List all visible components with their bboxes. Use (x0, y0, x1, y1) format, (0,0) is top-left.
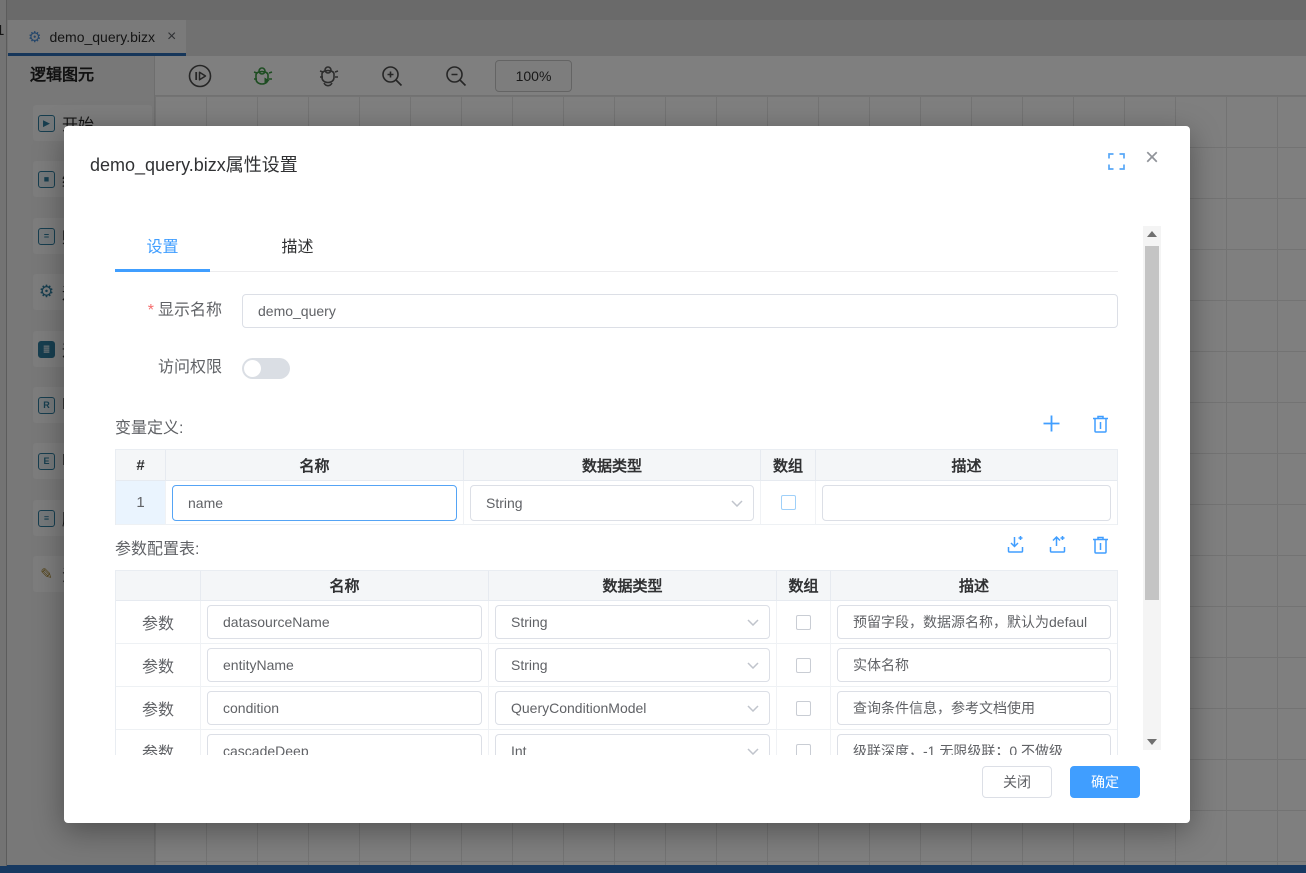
variables-section-label: 变量定义: (115, 414, 183, 438)
param-desc-input[interactable] (837, 648, 1111, 682)
variable-array-checkbox[interactable] (781, 495, 796, 510)
param-desc-cell (831, 730, 1117, 755)
access-label: 访问权限 (115, 351, 222, 385)
close-icon[interactable]: × (1145, 146, 1159, 170)
col-header-blank (116, 571, 201, 601)
delete-param-icon[interactable] (1090, 534, 1111, 555)
param-type-value: String (511, 657, 548, 673)
variable-type-cell: String (464, 481, 761, 525)
param-array-cell (777, 644, 831, 687)
param-type-select[interactable]: String (495, 648, 770, 682)
param-name-cell (201, 730, 489, 755)
param-desc-cell (831, 687, 1117, 730)
col-header-type: 数据类型 (464, 450, 761, 481)
dialog-title: demo_query.bizx属性设置 (90, 151, 298, 177)
param-name-input[interactable] (207, 605, 482, 639)
param-array-checkbox[interactable] (796, 744, 811, 756)
chevron-down-icon (747, 662, 759, 669)
confirm-button[interactable]: 确定 (1070, 766, 1140, 798)
param-type-select[interactable]: QueryConditionModel (495, 691, 770, 725)
param-name-cell (201, 644, 489, 687)
param-name-input[interactable] (207, 648, 482, 682)
col-header-type: 数据类型 (489, 571, 777, 601)
param-desc-cell (831, 601, 1117, 644)
dialog-body: 设置 描述 *显示名称 访问权限 变量定义: # 名称 数据类型 数组 描述 1 (64, 222, 1143, 755)
chevron-down-icon (747, 619, 759, 626)
variable-desc-input[interactable] (822, 485, 1111, 521)
param-name-input[interactable] (207, 691, 482, 725)
param-array-cell (777, 730, 831, 755)
param-type-select[interactable]: String (495, 605, 770, 639)
param-type-select[interactable]: Int (495, 734, 770, 755)
param-array-checkbox[interactable] (796, 615, 811, 630)
col-header-desc: 描述 (816, 450, 1117, 481)
params-table: 名称 数据类型 数组 描述 参数 String 参数 String 参数 (115, 570, 1118, 755)
chevron-down-icon (731, 500, 743, 507)
export-params-icon[interactable] (1047, 534, 1068, 555)
variable-desc-cell (816, 481, 1117, 525)
display-name-label-text: 显示名称 (158, 302, 222, 319)
scroll-up-arrow-icon[interactable] (1143, 226, 1161, 242)
import-params-icon[interactable] (1005, 534, 1026, 555)
param-desc-input[interactable] (837, 691, 1111, 725)
param-name-cell (201, 687, 489, 730)
variable-row-index: 1 (116, 481, 166, 525)
variable-type-value: String (486, 495, 523, 511)
tab-settings[interactable]: 设置 (115, 228, 210, 272)
col-header-desc: 描述 (831, 571, 1117, 601)
param-type-value: String (511, 614, 548, 630)
param-name-input[interactable] (207, 734, 482, 755)
dialog-tabs: 设置 描述 (115, 228, 1118, 272)
fullscreen-icon[interactable] (1108, 153, 1125, 170)
param-type-cell: Int (489, 730, 777, 755)
variable-name-cell (166, 481, 464, 525)
param-type-cell: String (489, 644, 777, 687)
param-desc-input[interactable] (837, 605, 1111, 639)
required-mark: * (148, 302, 154, 319)
chevron-down-icon (747, 705, 759, 712)
param-name-cell (201, 601, 489, 644)
chevron-down-icon (747, 748, 759, 755)
param-type-cell: QueryConditionModel (489, 687, 777, 730)
dialog-scrollbar[interactable] (1143, 226, 1161, 750)
variable-type-select[interactable]: String (470, 485, 754, 521)
param-kind: 参数 (116, 601, 201, 644)
col-header-array: 数组 (761, 450, 816, 481)
param-type-cell: String (489, 601, 777, 644)
col-header-name: 名称 (166, 450, 464, 481)
param-array-checkbox[interactable] (796, 701, 811, 716)
param-kind: 参数 (116, 687, 201, 730)
param-array-cell (777, 687, 831, 730)
param-kind: 参数 (116, 730, 201, 755)
add-variable-icon[interactable] (1041, 413, 1062, 434)
display-name-label: *显示名称 (115, 294, 222, 328)
properties-dialog: demo_query.bizx属性设置 × 设置 描述 *显示名称 访问权限 变… (64, 126, 1190, 823)
param-kind: 参数 (116, 644, 201, 687)
params-section-label: 参数配置表: (115, 535, 199, 559)
display-name-input[interactable] (242, 294, 1118, 328)
param-array-checkbox[interactable] (796, 658, 811, 673)
tab-description[interactable]: 描述 (250, 228, 345, 272)
param-type-value: QueryConditionModel (511, 700, 646, 716)
close-button[interactable]: 关闭 (982, 766, 1052, 798)
scroll-down-arrow-icon[interactable] (1143, 734, 1161, 750)
variables-table: # 名称 数据类型 数组 描述 1 String (115, 449, 1118, 525)
param-type-value: Int (511, 743, 527, 755)
col-header-index: # (116, 450, 166, 481)
param-desc-cell (831, 644, 1117, 687)
dialog-footer: 关闭 确定 (64, 755, 1190, 823)
access-toggle[interactable] (242, 358, 290, 379)
scrollbar-thumb[interactable] (1145, 246, 1159, 600)
toggle-knob (244, 360, 261, 377)
col-header-name: 名称 (201, 571, 489, 601)
col-header-array: 数组 (777, 571, 831, 601)
variable-name-input[interactable] (172, 485, 457, 521)
variable-array-cell (761, 481, 816, 525)
param-array-cell (777, 601, 831, 644)
param-desc-input[interactable] (837, 734, 1111, 755)
delete-variable-icon[interactable] (1090, 413, 1111, 434)
